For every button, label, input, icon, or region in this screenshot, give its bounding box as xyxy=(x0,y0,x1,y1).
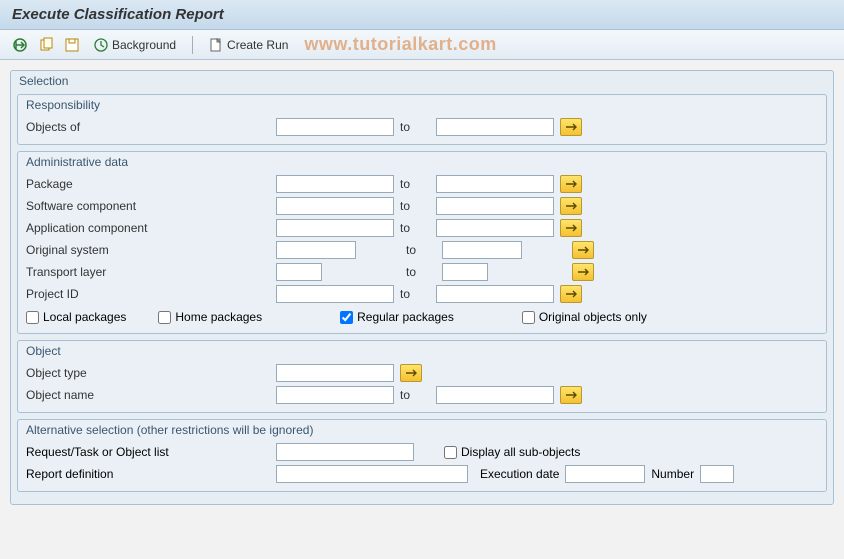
package-label: Package xyxy=(26,177,196,191)
appcomp-from-input[interactable] xyxy=(276,219,394,237)
package-to-input[interactable] xyxy=(436,175,554,193)
execdate-input[interactable] xyxy=(565,465,645,483)
object-name-from-input[interactable] xyxy=(276,386,394,404)
multi-select-icon[interactable] xyxy=(572,241,594,259)
object-type-label: Object type xyxy=(26,366,196,380)
responsibility-group: Responsibility Objects of to xyxy=(17,94,827,145)
objects-of-row: Objects of to xyxy=(26,116,818,138)
multi-select-icon[interactable] xyxy=(560,386,582,404)
tlayer-from-input[interactable] xyxy=(276,263,322,281)
object-group: Object Object type Object nameto xyxy=(17,340,827,413)
original-only-checkbox[interactable] xyxy=(522,311,535,324)
object-name-label: Object name xyxy=(26,388,196,402)
background-button[interactable]: Background xyxy=(88,36,182,54)
origsys-label: Original system xyxy=(26,243,196,257)
object-type-input[interactable] xyxy=(276,364,394,382)
home-packages-label: Home packages xyxy=(175,310,262,324)
clock-icon xyxy=(94,38,108,52)
alt-group: Alternative selection (other restriction… xyxy=(17,419,827,492)
to-label: to xyxy=(400,120,430,134)
origsys-to-input[interactable] xyxy=(442,241,522,259)
multi-select-icon[interactable] xyxy=(560,219,582,237)
projid-label: Project ID xyxy=(26,287,196,301)
req-label: Request/Task or Object list xyxy=(26,445,212,459)
toolbar: Background Create Run www.tutorialkart.c… xyxy=(0,30,844,60)
alt-title: Alternative selection (other restriction… xyxy=(18,420,826,437)
responsibility-title: Responsibility xyxy=(18,95,826,112)
tlayer-to-input[interactable] xyxy=(442,263,488,281)
softcomp-label: Software component xyxy=(26,199,196,213)
create-run-button[interactable]: Create Run xyxy=(203,36,294,54)
number-label: Number xyxy=(651,467,694,481)
background-label: Background xyxy=(112,38,176,52)
titlebar: Execute Classification Report xyxy=(0,0,844,30)
package-flags-row: Local packages Home packages Regular pac… xyxy=(26,305,818,327)
display-subobjects-checkbox[interactable] xyxy=(444,446,457,459)
multi-select-icon[interactable] xyxy=(560,197,582,215)
new-doc-icon xyxy=(209,38,223,52)
object-title: Object xyxy=(18,341,826,358)
multi-select-icon[interactable] xyxy=(560,175,582,193)
multi-select-icon[interactable] xyxy=(400,364,422,382)
toolbar-separator xyxy=(192,36,193,54)
watermark: www.tutorialkart.com xyxy=(304,34,496,55)
repdef-input[interactable] xyxy=(276,465,468,483)
admin-group: Administrative data Packageto Software c… xyxy=(17,151,827,334)
object-name-to-input[interactable] xyxy=(436,386,554,404)
appcomp-label: Application component xyxy=(26,221,196,235)
regular-packages-checkbox[interactable] xyxy=(340,311,353,324)
execdate-label: Execution date xyxy=(480,467,559,481)
softcomp-to-input[interactable] xyxy=(436,197,554,215)
softcomp-from-input[interactable] xyxy=(276,197,394,215)
original-only-label: Original objects only xyxy=(539,310,647,324)
create-run-label: Create Run xyxy=(227,38,288,52)
projid-to-input[interactable] xyxy=(436,285,554,303)
package-from-input[interactable] xyxy=(276,175,394,193)
objects-of-label: Objects of xyxy=(26,120,196,134)
tlayer-label: Transport layer xyxy=(26,265,196,279)
objects-of-to-input[interactable] xyxy=(436,118,554,136)
local-packages-label: Local packages xyxy=(43,310,126,324)
page-title: Execute Classification Report xyxy=(12,6,832,23)
req-input[interactable] xyxy=(276,443,414,461)
multi-select-icon[interactable] xyxy=(560,118,582,136)
execute-icon[interactable] xyxy=(10,35,30,55)
selection-group-title: Selection xyxy=(11,71,833,88)
home-packages-checkbox[interactable] xyxy=(158,311,171,324)
save-variant-icon[interactable] xyxy=(62,35,82,55)
projid-from-input[interactable] xyxy=(276,285,394,303)
local-packages-checkbox[interactable] xyxy=(26,311,39,324)
multi-select-icon[interactable] xyxy=(572,263,594,281)
admin-title: Administrative data xyxy=(18,152,826,169)
display-subobjects-label: Display all sub-objects xyxy=(461,445,580,459)
objects-of-from-input[interactable] xyxy=(276,118,394,136)
get-variant-icon[interactable] xyxy=(36,35,56,55)
origsys-from-input[interactable] xyxy=(276,241,356,259)
appcomp-to-input[interactable] xyxy=(436,219,554,237)
repdef-label: Report definition xyxy=(26,467,212,481)
selection-group: Selection Responsibility Objects of to xyxy=(10,70,834,505)
regular-packages-label: Regular packages xyxy=(357,310,454,324)
multi-select-icon[interactable] xyxy=(560,285,582,303)
number-input[interactable] xyxy=(700,465,734,483)
